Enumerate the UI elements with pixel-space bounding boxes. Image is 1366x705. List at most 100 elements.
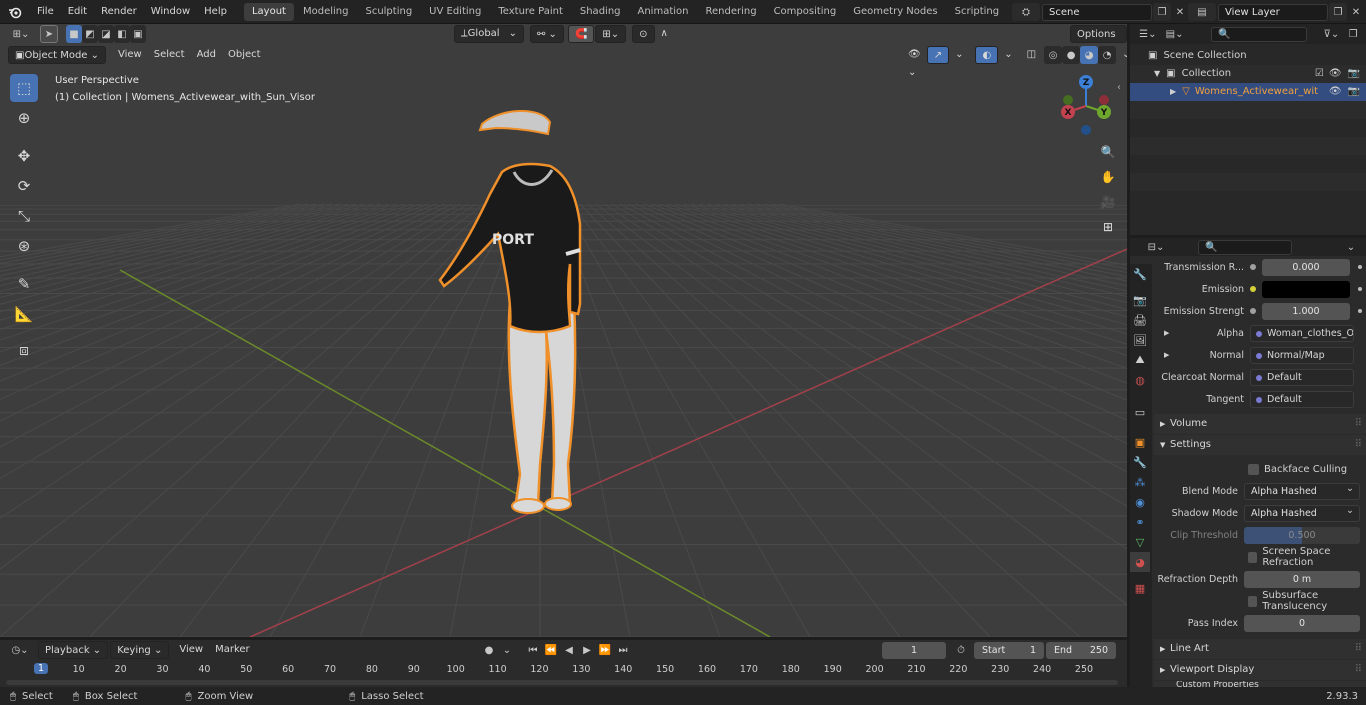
texture-tab-icon[interactable]: ▦	[1130, 578, 1150, 598]
pan-hand-icon[interactable]: ✋	[1097, 166, 1119, 188]
navigation-gizmo[interactable]: Z Y X	[1056, 74, 1116, 138]
eye-icon[interactable]: 👁	[1329, 65, 1342, 83]
character-model[interactable]: PORT	[420, 104, 620, 524]
checkbox-icon[interactable]: ☑	[1315, 65, 1324, 83]
tab-geometry-nodes[interactable]: Geometry Nodes	[845, 3, 945, 21]
proportional-edit-icon[interactable]: ⊙	[632, 25, 655, 43]
menu-render[interactable]: Render	[94, 0, 144, 24]
tab-animation[interactable]: Animation	[630, 3, 697, 21]
drag-handle-icon[interactable]: ⠿	[1355, 414, 1362, 434]
object-tab-icon[interactable]: ▣	[1130, 432, 1150, 452]
wireframe-shading-icon[interactable]: ◎	[1044, 46, 1063, 64]
alpha-link-field[interactable]: Woman_clothes_Op...	[1250, 324, 1354, 342]
new-collection-icon[interactable]: ❐	[1344, 25, 1362, 43]
sidebar-toggle-icon[interactable]: ‹	[1117, 82, 1121, 93]
tab-sculpting[interactable]: Sculpting	[357, 3, 420, 21]
select-box-tool-icon[interactable]: ⬚	[10, 74, 38, 102]
timeline-scrollbar[interactable]	[6, 680, 1118, 685]
delete-scene-icon[interactable]: ✕	[1171, 3, 1189, 21]
data-tab-icon[interactable]: ▽	[1130, 532, 1150, 552]
expand-arrow-icon[interactable]: ▼	[1154, 65, 1160, 83]
filter-icon[interactable]: ⊽⌄	[1319, 25, 1345, 43]
socket-icon[interactable]	[1250, 286, 1256, 292]
solid-shading-icon[interactable]: ●	[1062, 46, 1081, 64]
outliner-editor-icon[interactable]: ☰⌄	[1134, 25, 1162, 43]
outliner-search-input[interactable]: 🔍	[1211, 26, 1307, 42]
viewport-display-section-header[interactable]: ▶ Viewport Display ⠿	[1154, 660, 1366, 680]
expand-arrow-icon[interactable]: ▶	[1170, 83, 1176, 101]
object-mode-dropdown[interactable]: ▣ Object Mode ⌄	[8, 46, 106, 64]
output-tab-icon[interactable]: 🖨	[1130, 310, 1150, 330]
properties-search-input[interactable]: 🔍	[1198, 239, 1292, 255]
modifier-tab-icon[interactable]: 🔧	[1130, 452, 1150, 472]
scene-field[interactable]: Scene	[1042, 3, 1152, 21]
pass-index-field[interactable]: 0	[1244, 614, 1360, 632]
measure-tool-icon[interactable]: 📐	[10, 300, 38, 328]
world-tab-icon[interactable]: ◍	[1130, 370, 1150, 390]
shading-dropdown-icon[interactable]: ⌄	[1116, 46, 1127, 64]
visibility-icon[interactable]: 👁⌄	[902, 46, 927, 78]
line-art-section-header[interactable]: ▶ Line Art ⠿	[1154, 639, 1366, 659]
tab-shading[interactable]: Shading	[572, 3, 629, 21]
new-view-layer-icon[interactable]: ❐	[1329, 3, 1347, 21]
keyframe-dot-icon[interactable]	[1358, 265, 1362, 269]
tab-modeling[interactable]: Modeling	[295, 3, 357, 21]
new-scene-icon[interactable]: ❐	[1153, 3, 1171, 21]
snap-toggle-icon[interactable]: 🧲	[567, 25, 595, 43]
material-preview-icon[interactable]: ◕	[1080, 46, 1099, 64]
drag-handle-icon[interactable]: ⠿	[1355, 435, 1362, 455]
outliner-collection[interactable]: ▼ ▣ Collection ☑ 👁 📷	[1130, 65, 1366, 83]
select-subtract-icon[interactable]: ◪	[98, 25, 114, 43]
select-invert-icon[interactable]: ◧	[114, 25, 130, 43]
subsurface-translucency-checkbox[interactable]	[1248, 595, 1258, 607]
gizmo-toggle-icon[interactable]: ↗	[926, 46, 950, 64]
view-layer-field[interactable]: View Layer	[1218, 3, 1328, 21]
menu-object[interactable]: Object	[222, 46, 267, 64]
subsurface-translucency-row[interactable]: Subsurface Translucency	[1154, 590, 1366, 612]
menu-view[interactable]: View	[112, 46, 148, 64]
add-cube-tool-icon[interactable]: ⧈	[10, 336, 38, 364]
transform-tool-icon[interactable]: ⊛	[10, 232, 38, 260]
select-cursor-icon[interactable]: ➤	[40, 25, 58, 43]
settings-section-header[interactable]: ▼ Settings ⠿	[1154, 435, 1366, 455]
expand-arrow-icon[interactable]: ▶	[1154, 329, 1174, 337]
overlay-dropdown-icon[interactable]: ⌄	[998, 46, 1018, 64]
pivot-point-icon[interactable]: ⚯ ⌄	[530, 25, 564, 43]
camera-icon[interactable]: 📷	[1348, 65, 1360, 83]
tool-tab-icon[interactable]: 🔧	[1130, 264, 1150, 284]
tab-layout[interactable]: Layout	[243, 2, 294, 21]
outliner-scene-collection[interactable]: ▣ Scene Collection	[1130, 47, 1366, 65]
backface-culling-row[interactable]: Backface Culling	[1154, 458, 1366, 480]
shadow-mode-dropdown[interactable]: Alpha Hashed	[1244, 503, 1360, 522]
tab-scripting[interactable]: Scripting	[947, 3, 1007, 21]
select-extend-icon[interactable]: ◩	[82, 25, 98, 43]
menu-window[interactable]: Window	[144, 0, 197, 24]
drag-handle-icon[interactable]: ⠿	[1355, 660, 1362, 680]
scene-icon[interactable]: ⛭	[1012, 3, 1040, 21]
tab-compositing[interactable]: Compositing	[766, 3, 845, 21]
tab-texture-paint[interactable]: Texture Paint	[490, 3, 571, 21]
constraints-tab-icon[interactable]: ⚭	[1130, 512, 1150, 532]
view-layer-tab-icon[interactable]: 🖼	[1130, 330, 1150, 350]
delete-view-layer-icon[interactable]: ✕	[1347, 3, 1365, 21]
socket-icon[interactable]	[1250, 264, 1256, 270]
menu-select[interactable]: Select	[148, 46, 191, 64]
scale-tool-icon[interactable]: ⤡	[10, 202, 38, 230]
socket-icon[interactable]	[1250, 308, 1256, 314]
clip-threshold-slider[interactable]: 0.500	[1244, 526, 1360, 544]
refraction-depth-field[interactable]: 0 m	[1244, 570, 1360, 588]
screen-space-refraction-checkbox[interactable]	[1248, 551, 1258, 563]
blender-logo-icon[interactable]	[0, 0, 30, 24]
material-tab-icon[interactable]: ◕	[1130, 552, 1150, 572]
transform-orientation-dropdown[interactable]: ⟂ Global ⌄	[454, 25, 524, 43]
menu-edit[interactable]: Edit	[61, 0, 94, 24]
render-tab-icon[interactable]: 📷	[1130, 290, 1150, 310]
rotate-tool-icon[interactable]: ⟳	[10, 172, 38, 200]
emission-color-swatch[interactable]	[1262, 280, 1350, 298]
editor-type-icon[interactable]: ⊞⌄	[6, 25, 36, 43]
transmission-roughness-field[interactable]: 0.000	[1262, 258, 1350, 276]
menu-add[interactable]: Add	[191, 46, 222, 64]
properties-editor-icon[interactable]: ⊟⌄	[1142, 238, 1170, 256]
camera-icon[interactable]: 📷	[1348, 83, 1360, 101]
proportional-falloff-icon[interactable]: ∧	[655, 25, 674, 43]
